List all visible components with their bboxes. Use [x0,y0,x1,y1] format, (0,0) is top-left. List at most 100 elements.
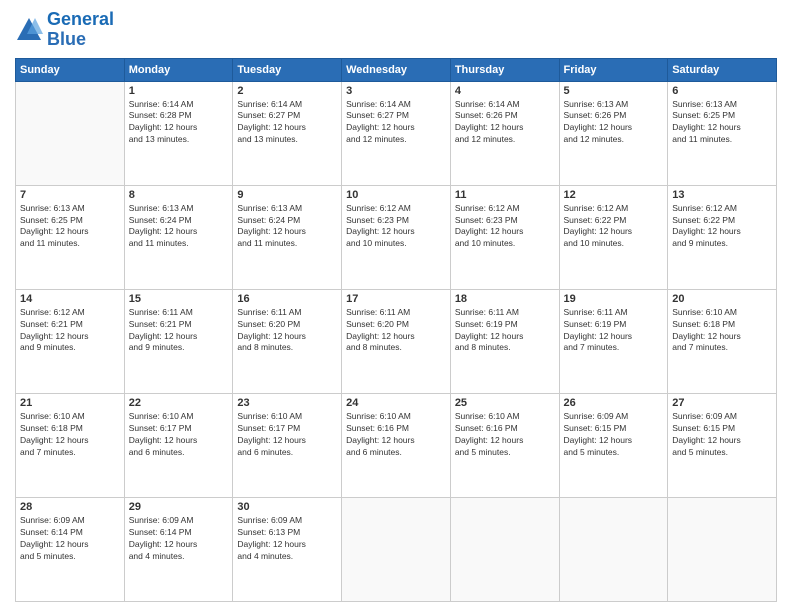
daylight-text: Daylight: 12 hours [20,226,120,238]
sunrise-text: Sunrise: 6:14 AM [237,99,337,111]
week-row-0: 1Sunrise: 6:14 AMSunset: 6:28 PMDaylight… [16,81,777,185]
sunrise-text: Sunrise: 6:10 AM [346,411,446,423]
calendar-cell: 27Sunrise: 6:09 AMSunset: 6:15 PMDayligh… [668,393,777,497]
daylight-text: Daylight: 12 hours [129,539,229,551]
daylight-text-cont: and 8 minutes. [455,342,555,354]
daylight-text-cont: and 5 minutes. [455,447,555,459]
daylight-text: Daylight: 12 hours [129,331,229,343]
daylight-text: Daylight: 12 hours [129,122,229,134]
daylight-text: Daylight: 12 hours [672,435,772,447]
day-number: 25 [455,397,555,409]
day-number: 28 [20,501,120,513]
sunset-text: Sunset: 6:15 PM [672,423,772,435]
daylight-text: Daylight: 12 hours [237,539,337,551]
day-number: 16 [237,293,337,305]
sunset-text: Sunset: 6:18 PM [20,423,120,435]
day-number: 8 [129,189,229,201]
day-number: 6 [672,85,772,97]
calendar-cell: 24Sunrise: 6:10 AMSunset: 6:16 PMDayligh… [342,393,451,497]
daylight-text: Daylight: 12 hours [672,331,772,343]
day-number: 9 [237,189,337,201]
daylight-text: Daylight: 12 hours [237,122,337,134]
daylight-text-cont: and 11 minutes. [129,238,229,250]
sunrise-text: Sunrise: 6:11 AM [455,307,555,319]
daylight-text: Daylight: 12 hours [237,331,337,343]
daylight-text-cont: and 4 minutes. [129,551,229,563]
sunrise-text: Sunrise: 6:10 AM [672,307,772,319]
daylight-text-cont: and 12 minutes. [346,134,446,146]
sunset-text: Sunset: 6:23 PM [455,215,555,227]
sunset-text: Sunset: 6:19 PM [455,319,555,331]
sunrise-text: Sunrise: 6:10 AM [129,411,229,423]
daylight-text-cont: and 12 minutes. [455,134,555,146]
daylight-text: Daylight: 12 hours [564,331,664,343]
page: General Blue SundayMondayTuesdayWednesda… [0,0,792,612]
calendar-cell: 20Sunrise: 6:10 AMSunset: 6:18 PMDayligh… [668,289,777,393]
sunrise-text: Sunrise: 6:12 AM [455,203,555,215]
sunset-text: Sunset: 6:16 PM [455,423,555,435]
calendar-cell: 1Sunrise: 6:14 AMSunset: 6:28 PMDaylight… [124,81,233,185]
sunrise-text: Sunrise: 6:12 AM [672,203,772,215]
sunrise-text: Sunrise: 6:10 AM [455,411,555,423]
sunrise-text: Sunrise: 6:13 AM [564,99,664,111]
daylight-text-cont: and 7 minutes. [564,342,664,354]
calendar-cell: 9Sunrise: 6:13 AMSunset: 6:24 PMDaylight… [233,185,342,289]
daylight-text-cont: and 10 minutes. [346,238,446,250]
calendar-cell: 18Sunrise: 6:11 AMSunset: 6:19 PMDayligh… [450,289,559,393]
sunset-text: Sunset: 6:27 PM [346,110,446,122]
sunrise-text: Sunrise: 6:10 AM [20,411,120,423]
sunrise-text: Sunrise: 6:11 AM [346,307,446,319]
daylight-text-cont: and 6 minutes. [129,447,229,459]
daylight-text-cont: and 6 minutes. [346,447,446,459]
sunrise-text: Sunrise: 6:11 AM [564,307,664,319]
sunset-text: Sunset: 6:21 PM [20,319,120,331]
weekday-header-friday: Friday [559,58,668,81]
sunrise-text: Sunrise: 6:13 AM [237,203,337,215]
day-number: 14 [20,293,120,305]
sunset-text: Sunset: 6:27 PM [237,110,337,122]
calendar-cell [342,497,451,601]
day-number: 12 [564,189,664,201]
calendar-cell [559,497,668,601]
daylight-text: Daylight: 12 hours [455,122,555,134]
daylight-text-cont: and 10 minutes. [564,238,664,250]
day-number: 21 [20,397,120,409]
daylight-text-cont: and 8 minutes. [346,342,446,354]
calendar-cell: 14Sunrise: 6:12 AMSunset: 6:21 PMDayligh… [16,289,125,393]
sunrise-text: Sunrise: 6:11 AM [237,307,337,319]
sunset-text: Sunset: 6:14 PM [20,527,120,539]
calendar-cell: 19Sunrise: 6:11 AMSunset: 6:19 PMDayligh… [559,289,668,393]
weekday-header-row: SundayMondayTuesdayWednesdayThursdayFrid… [16,58,777,81]
calendar-cell: 28Sunrise: 6:09 AMSunset: 6:14 PMDayligh… [16,497,125,601]
day-number: 22 [129,397,229,409]
sunset-text: Sunset: 6:18 PM [672,319,772,331]
sunrise-text: Sunrise: 6:13 AM [672,99,772,111]
daylight-text: Daylight: 12 hours [346,331,446,343]
daylight-text-cont: and 4 minutes. [237,551,337,563]
daylight-text: Daylight: 12 hours [346,226,446,238]
calendar-cell: 3Sunrise: 6:14 AMSunset: 6:27 PMDaylight… [342,81,451,185]
daylight-text: Daylight: 12 hours [237,226,337,238]
sunset-text: Sunset: 6:26 PM [455,110,555,122]
daylight-text-cont: and 13 minutes. [237,134,337,146]
day-number: 5 [564,85,664,97]
sunset-text: Sunset: 6:28 PM [129,110,229,122]
calendar-cell: 16Sunrise: 6:11 AMSunset: 6:20 PMDayligh… [233,289,342,393]
sunset-text: Sunset: 6:22 PM [564,215,664,227]
daylight-text-cont: and 9 minutes. [20,342,120,354]
sunset-text: Sunset: 6:19 PM [564,319,664,331]
logo-text: General Blue [47,10,114,50]
daylight-text-cont: and 7 minutes. [20,447,120,459]
daylight-text: Daylight: 12 hours [237,435,337,447]
day-number: 18 [455,293,555,305]
day-number: 7 [20,189,120,201]
week-row-4: 28Sunrise: 6:09 AMSunset: 6:14 PMDayligh… [16,497,777,601]
header: General Blue [15,10,777,50]
day-number: 17 [346,293,446,305]
sunrise-text: Sunrise: 6:14 AM [346,99,446,111]
weekday-header-saturday: Saturday [668,58,777,81]
calendar-cell [668,497,777,601]
daylight-text-cont: and 11 minutes. [237,238,337,250]
daylight-text: Daylight: 12 hours [129,226,229,238]
calendar-cell: 26Sunrise: 6:09 AMSunset: 6:15 PMDayligh… [559,393,668,497]
